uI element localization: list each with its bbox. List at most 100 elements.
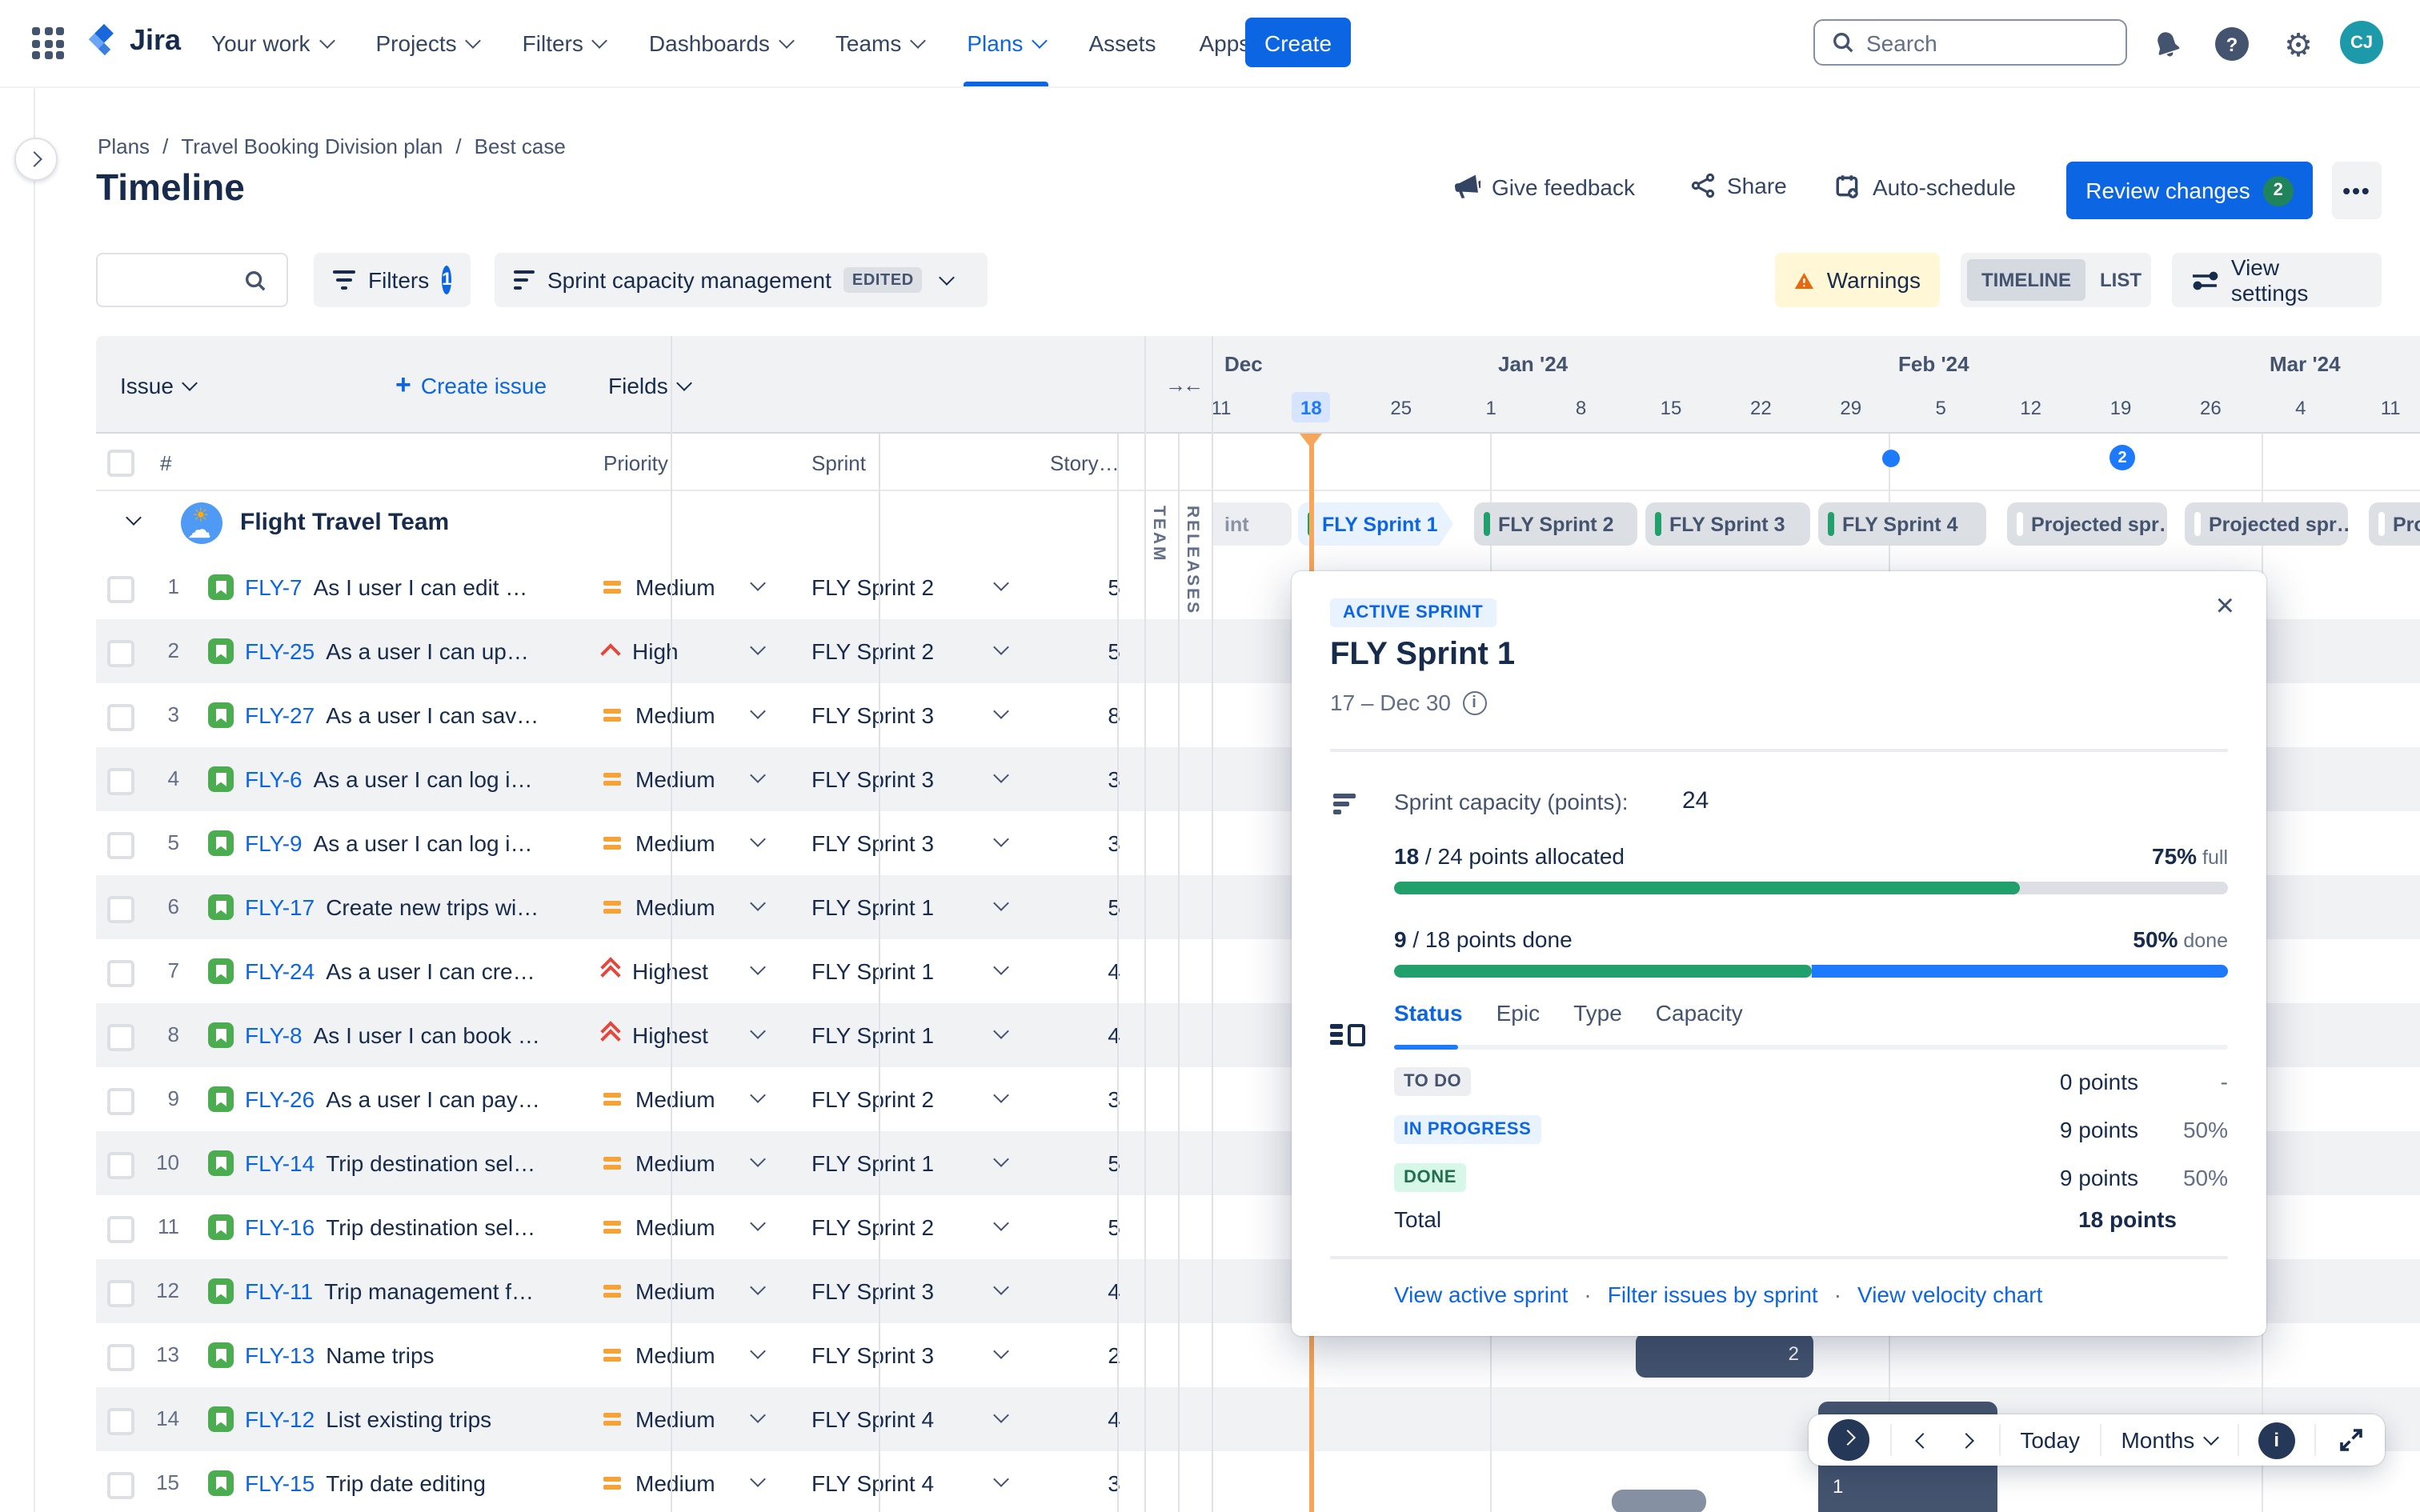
issue-key-link[interactable]: FLY-24 bbox=[245, 958, 315, 984]
expand-sidebar-button[interactable] bbox=[14, 138, 58, 181]
chevron-down-icon[interactable] bbox=[993, 1215, 1009, 1231]
priority-cell[interactable]: High bbox=[600, 619, 679, 683]
chevron-down-icon[interactable] bbox=[993, 959, 1009, 975]
sprint-bar-int[interactable]: int bbox=[1213, 502, 1292, 546]
fields-dropdown[interactable]: Fields bbox=[608, 336, 693, 434]
today-button[interactable]: Today bbox=[2020, 1427, 2080, 1453]
collapse-fields-icon[interactable]: →← bbox=[1165, 336, 1204, 434]
priority-cell[interactable]: Medium bbox=[603, 1323, 715, 1387]
create-button[interactable]: Create bbox=[1245, 18, 1351, 67]
priority-cell[interactable]: Medium bbox=[603, 1195, 715, 1259]
nav-item-teams[interactable]: Teams bbox=[835, 0, 927, 86]
row-checkbox[interactable] bbox=[107, 832, 134, 859]
chevron-down-icon[interactable] bbox=[750, 959, 766, 975]
help-icon[interactable]: ? bbox=[2215, 27, 2249, 61]
chevron-down-icon[interactable] bbox=[750, 1471, 766, 1487]
priority-cell[interactable]: Highest bbox=[600, 1003, 708, 1067]
issue-key-link[interactable]: FLY-12 bbox=[245, 1406, 315, 1432]
chevron-down-icon[interactable] bbox=[750, 1215, 766, 1231]
issue-key-link[interactable]: FLY-7 bbox=[245, 574, 302, 600]
row-checkbox[interactable] bbox=[107, 704, 134, 731]
sprint-cell[interactable]: FLY Sprint 3 bbox=[811, 1323, 934, 1387]
issue-bar-gray[interactable] bbox=[1612, 1490, 1706, 1512]
row-checkbox[interactable] bbox=[107, 1408, 134, 1435]
sprint-cell[interactable]: FLY Sprint 1 bbox=[811, 875, 934, 939]
chevron-down-icon[interactable] bbox=[750, 895, 766, 911]
chevron-down-icon[interactable] bbox=[750, 831, 766, 847]
priority-cell[interactable]: Medium bbox=[603, 875, 715, 939]
nav-item-your-work[interactable]: Your work bbox=[211, 0, 335, 86]
sprint-cell[interactable]: FLY Sprint 3 bbox=[811, 683, 934, 747]
chevron-down-icon[interactable] bbox=[993, 639, 1009, 655]
review-changes-button[interactable]: Review changes 2 bbox=[2066, 162, 2313, 219]
issue-key-link[interactable]: FLY-9 bbox=[245, 830, 302, 856]
sprint-cell[interactable]: FLY Sprint 2 bbox=[811, 555, 934, 619]
create-issue-button[interactable]: + Create issue bbox=[395, 336, 547, 434]
row-checkbox[interactable] bbox=[107, 960, 134, 987]
info-button[interactable]: i bbox=[2258, 1422, 2295, 1458]
chevron-down-icon[interactable] bbox=[993, 1023, 1009, 1039]
chevron-down-icon[interactable] bbox=[993, 1343, 1009, 1359]
issue-key-link[interactable]: FLY-8 bbox=[245, 1022, 302, 1048]
chevron-down-icon[interactable] bbox=[993, 767, 1009, 783]
timeline-toggle[interactable]: TIMELINE bbox=[1967, 259, 2085, 301]
sprint-cell[interactable]: FLY Sprint 1 bbox=[811, 939, 934, 1003]
select-all-checkbox[interactable] bbox=[107, 450, 134, 477]
issue-key-link[interactable]: FLY-26 bbox=[245, 1086, 315, 1112]
row-checkbox[interactable] bbox=[107, 1152, 134, 1179]
sprint-cell[interactable]: FLY Sprint 3 bbox=[811, 1259, 934, 1323]
view-settings-button[interactable]: View settings bbox=[2172, 253, 2382, 307]
chevron-down-icon[interactable] bbox=[993, 1279, 1009, 1295]
chevron-down-icon[interactable] bbox=[750, 639, 766, 655]
app-switcher-icon[interactable] bbox=[32, 27, 64, 59]
more-actions-button[interactable]: ••• bbox=[2332, 162, 2382, 219]
chevron-down-icon[interactable] bbox=[993, 1407, 1009, 1423]
chevron-down-icon[interactable] bbox=[993, 703, 1009, 719]
filters-button[interactable]: Filters 1 bbox=[314, 253, 471, 307]
sprint-bar-fly-sprint-2[interactable]: FLY Sprint 2 bbox=[1474, 502, 1637, 546]
issue-key-link[interactable]: FLY-25 bbox=[245, 638, 315, 664]
fullscreen-button[interactable] bbox=[2336, 1426, 2365, 1454]
warnings-button[interactable]: Warnings bbox=[1775, 253, 1940, 307]
range-dropdown[interactable]: Months bbox=[2121, 1427, 2220, 1453]
plan-search-input[interactable] bbox=[96, 253, 288, 307]
popup-link-view-velocity-chart[interactable]: View velocity chart bbox=[1857, 1282, 2042, 1307]
row-checkbox[interactable] bbox=[107, 1472, 134, 1499]
issue-key-link[interactable]: FLY-6 bbox=[245, 766, 302, 792]
priority-cell[interactable]: Medium bbox=[603, 1451, 715, 1512]
release-marker[interactable] bbox=[1882, 450, 1900, 467]
chevron-down-icon[interactable] bbox=[993, 575, 1009, 591]
scroll-right-button[interactable] bbox=[1955, 1426, 1979, 1454]
scroll-left-button[interactable] bbox=[1911, 1426, 1935, 1454]
chevron-down-icon[interactable] bbox=[993, 895, 1009, 911]
chevron-down-icon[interactable] bbox=[993, 831, 1009, 847]
tab-epic[interactable]: Epic bbox=[1496, 1000, 1540, 1026]
sprint-cell[interactable]: FLY Sprint 2 bbox=[811, 1195, 934, 1259]
chevron-down-icon[interactable] bbox=[750, 767, 766, 783]
collapse-team-chevron[interactable] bbox=[126, 510, 142, 526]
nav-item-plans[interactable]: Plans bbox=[964, 0, 1049, 86]
issue-key-link[interactable]: FLY-15 bbox=[245, 1470, 315, 1496]
row-checkbox[interactable] bbox=[107, 1280, 134, 1307]
sprint-cell[interactable]: FLY Sprint 3 bbox=[811, 811, 934, 875]
row-checkbox[interactable] bbox=[107, 1344, 134, 1371]
share-button[interactable]: Share bbox=[1690, 173, 1787, 198]
sprint-bar-proj[interactable]: Proj bbox=[2369, 502, 2420, 546]
breadcrumb-item[interactable]: Plans bbox=[98, 134, 150, 158]
user-avatar[interactable]: CJ bbox=[2340, 21, 2383, 64]
auto-schedule-button[interactable]: Auto-schedule bbox=[1834, 173, 2016, 200]
sprint-cell[interactable]: FLY Sprint 1 bbox=[811, 1003, 934, 1067]
chevron-down-icon[interactable] bbox=[750, 1407, 766, 1423]
row-checkbox[interactable] bbox=[107, 1024, 134, 1051]
issue-column-dropdown[interactable]: Issue bbox=[120, 336, 198, 434]
chevron-down-icon[interactable] bbox=[750, 703, 766, 719]
row-checkbox[interactable] bbox=[107, 896, 134, 923]
chevron-down-icon[interactable] bbox=[750, 1087, 766, 1103]
close-icon[interactable]: × bbox=[2216, 590, 2234, 622]
sprint-bar-fly-sprint-1[interactable]: FLY Sprint 1 bbox=[1298, 502, 1453, 546]
give-feedback-button[interactable]: Give feedback bbox=[1453, 173, 1635, 200]
search-input[interactable]: Search bbox=[1813, 19, 2127, 66]
priority-cell[interactable]: Medium bbox=[603, 1259, 715, 1323]
priority-cell[interactable]: Medium bbox=[603, 1387, 715, 1451]
tab-status[interactable]: Status bbox=[1394, 1000, 1463, 1026]
